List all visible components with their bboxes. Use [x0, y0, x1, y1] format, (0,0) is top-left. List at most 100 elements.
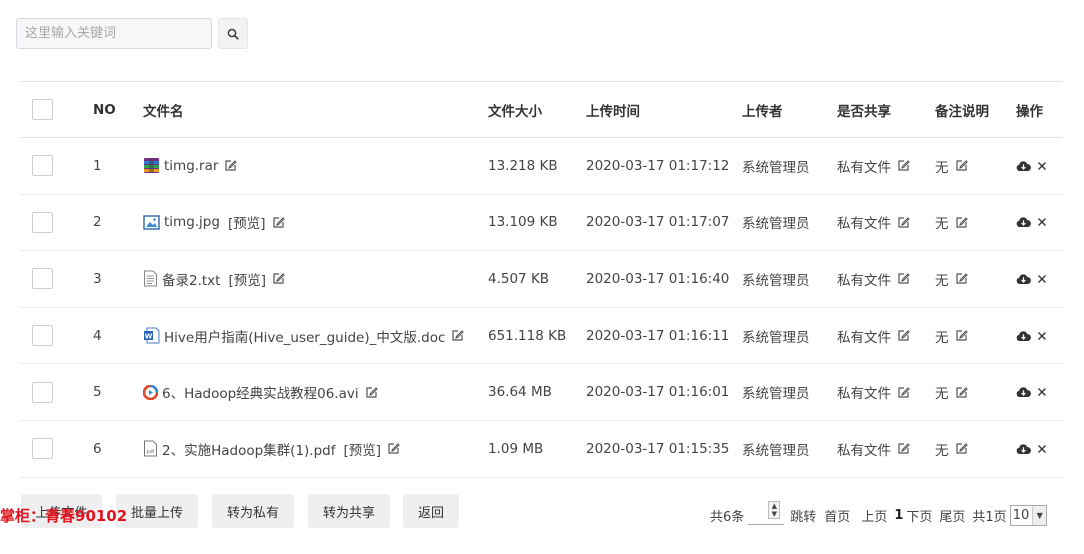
row-checkbox[interactable]: [32, 381, 53, 403]
edit-shared-icon[interactable]: [897, 386, 910, 399]
next-page-link[interactable]: 下页: [906, 506, 932, 525]
edit-filename-icon[interactable]: [387, 442, 400, 455]
col-ops: 操作: [1016, 103, 1043, 120]
row-note-cell: 无: [935, 364, 968, 420]
row-note: 无: [935, 272, 949, 289]
select-all-checkbox[interactable]: [32, 99, 53, 120]
edit-shared-icon[interactable]: [897, 216, 910, 229]
edit-filename-icon[interactable]: [224, 159, 238, 172]
col-uploader: 上传者: [742, 103, 783, 120]
delete-icon[interactable]: [1037, 217, 1047, 227]
edit-filename-icon[interactable]: [272, 216, 285, 229]
search-button[interactable]: [218, 18, 248, 49]
file-name[interactable]: timg.jpg: [164, 214, 220, 230]
row-no: 4: [93, 327, 102, 344]
row-filename-cell: 备录2.txt [预览]: [143, 251, 285, 307]
row-shared[interactable]: 私有文件: [837, 382, 891, 402]
download-icon[interactable]: [1016, 216, 1031, 228]
download-icon[interactable]: [1016, 160, 1031, 172]
edit-note-icon[interactable]: [955, 159, 968, 172]
batch-upload-button[interactable]: 批量上传: [116, 494, 198, 528]
edit-filename-icon[interactable]: [272, 272, 285, 285]
first-page-link[interactable]: 首页: [824, 506, 850, 525]
row-shared[interactable]: 私有文件: [837, 439, 891, 459]
back-button[interactable]: 返回: [403, 494, 459, 528]
row-shared[interactable]: 私有文件: [837, 326, 891, 346]
edit-note-icon[interactable]: [955, 272, 968, 285]
col-time: 上传时间: [586, 103, 640, 120]
pdf-file-icon: pdf: [143, 440, 158, 457]
row-size: 13.109 KB: [488, 214, 558, 231]
file-name[interactable]: Hive用户指南(Hive_user_guide)_中文版.doc: [164, 326, 445, 346]
delete-icon[interactable]: [1037, 387, 1047, 397]
edit-note-icon[interactable]: [955, 216, 968, 229]
search-input[interactable]: [16, 18, 212, 49]
delete-icon[interactable]: [1037, 161, 1047, 171]
table-row: 6 pdf 2、实施Hadoop集群(1).pdf [预览] 1.09 MB 2…: [19, 421, 1062, 478]
row-note: 无: [935, 386, 949, 403]
video-file-icon: [143, 384, 158, 400]
row-checkbox[interactable]: [32, 438, 53, 460]
file-name[interactable]: 2、实施Hadoop集群(1).pdf: [162, 439, 335, 459]
watermark-text: 掌柜：青春90102: [0, 507, 128, 525]
row-note: 无: [935, 329, 949, 346]
preview-link[interactable]: [预览]: [228, 269, 266, 289]
download-icon[interactable]: [1016, 443, 1031, 455]
file-name[interactable]: 6、Hadoop经典实战教程06.avi: [162, 382, 359, 402]
row-note: 无: [935, 442, 949, 459]
edit-note-icon[interactable]: [955, 329, 968, 342]
download-icon[interactable]: [1016, 386, 1031, 398]
table-row: 1 timg.rar 13.218 KB 2020-03-17 01:17:12…: [19, 138, 1062, 195]
row-uploader: 系统管理员: [742, 272, 810, 289]
row-shared[interactable]: 私有文件: [837, 269, 891, 289]
delete-icon[interactable]: [1037, 331, 1047, 341]
edit-note-icon[interactable]: [955, 386, 968, 399]
edit-shared-icon[interactable]: [897, 329, 910, 342]
file-name[interactable]: timg.rar: [164, 158, 218, 174]
search-icon: [227, 28, 239, 40]
prev-page-link[interactable]: 上页: [861, 506, 887, 525]
row-shared[interactable]: 私有文件: [837, 156, 891, 176]
download-icon[interactable]: [1016, 330, 1031, 342]
col-no: NO: [93, 101, 116, 118]
row-no: 1: [93, 157, 102, 174]
edit-filename-icon[interactable]: [365, 386, 378, 399]
preview-link[interactable]: [预览]: [343, 439, 381, 459]
make-private-button[interactable]: 转为私有: [212, 494, 294, 528]
edit-shared-icon[interactable]: [897, 272, 910, 285]
jump-link[interactable]: 跳转: [790, 506, 816, 525]
row-note-cell: 无: [935, 138, 968, 194]
row-checkbox[interactable]: [32, 211, 53, 233]
delete-icon[interactable]: [1037, 274, 1047, 284]
row-shared-cell: 私有文件: [837, 251, 910, 307]
row-note: 无: [935, 159, 949, 176]
download-icon[interactable]: [1016, 273, 1031, 285]
row-actions: [1016, 443, 1047, 455]
row-no: 2: [93, 214, 102, 231]
edit-shared-icon[interactable]: [897, 442, 910, 455]
col-filename: 文件名: [143, 103, 184, 120]
row-note-cell: 无: [935, 195, 968, 251]
preview-link[interactable]: [预览]: [228, 212, 266, 232]
row-checkbox[interactable]: [32, 325, 53, 347]
make-shared-button[interactable]: 转为共享: [308, 494, 390, 528]
edit-note-icon[interactable]: [955, 442, 968, 455]
row-uploader: 系统管理员: [742, 386, 810, 403]
file-name[interactable]: 备录2.txt: [162, 269, 220, 289]
row-filename-cell: timg.rar: [143, 138, 238, 194]
delete-icon[interactable]: [1037, 444, 1047, 454]
page-jump-input[interactable]: ▲ ▼: [748, 501, 785, 525]
row-shared[interactable]: 私有文件: [837, 212, 891, 232]
row-size: 36.64 MB: [488, 384, 552, 401]
row-checkbox[interactable]: [32, 268, 53, 290]
row-note-cell: 无: [935, 251, 968, 307]
row-checkbox[interactable]: [32, 155, 53, 177]
stepper-arrows-icon[interactable]: ▲ ▼: [768, 501, 781, 519]
edit-shared-icon[interactable]: [897, 159, 910, 172]
last-page-link[interactable]: 尾页: [939, 506, 965, 525]
file-table: NO 文件名 文件大小 上传时间 上传者 是否共享 备注说明 操作 1 timg…: [19, 81, 1062, 478]
row-actions: [1016, 160, 1047, 172]
edit-filename-icon[interactable]: [451, 329, 465, 342]
page-size-select[interactable]: 10 ▼: [1009, 504, 1048, 526]
row-time: 2020-03-17 01:17:12: [586, 157, 730, 174]
